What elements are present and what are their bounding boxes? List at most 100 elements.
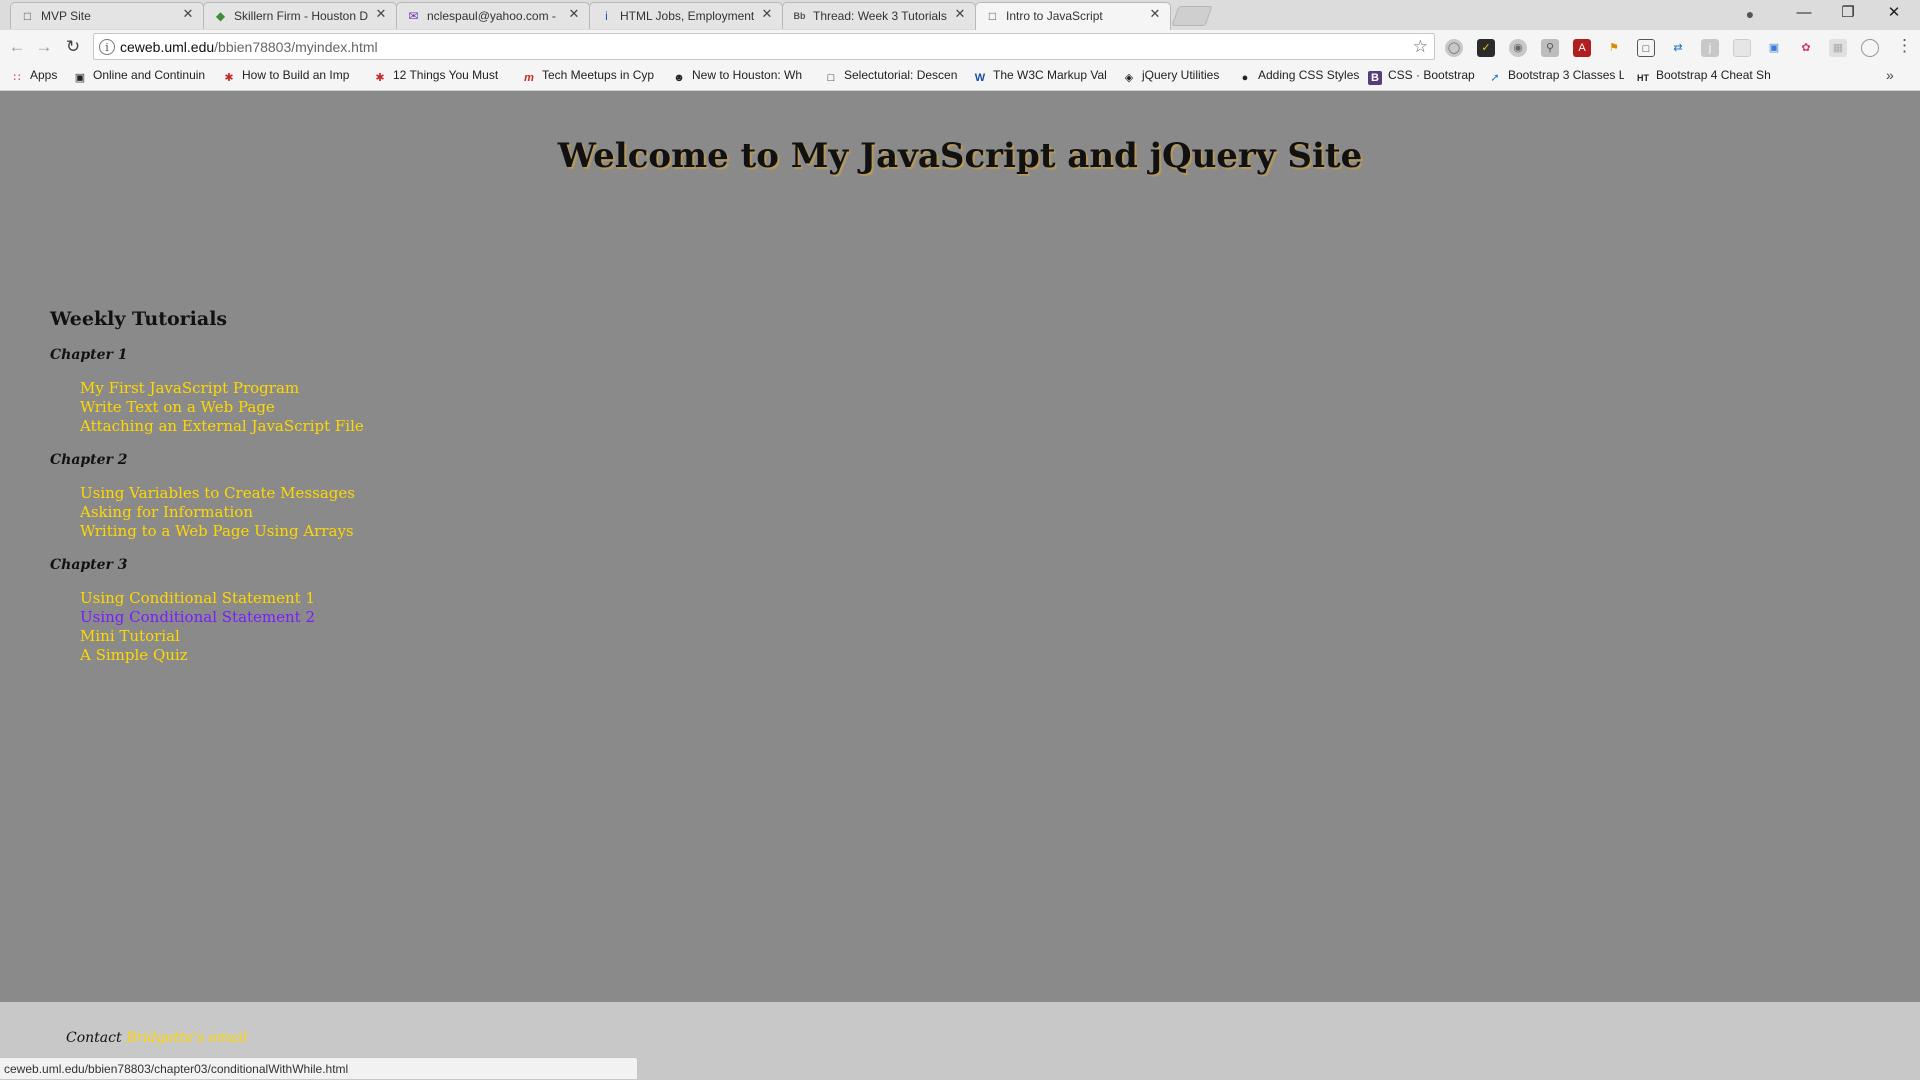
bookmark-label: Tech Meetups in Cyp xyxy=(542,68,655,82)
extension-icon[interactable]: ✓ xyxy=(1477,39,1495,57)
tab-title: nclespaul@yahoo.com - xyxy=(427,9,556,23)
tab-title: Intro to JavaScript xyxy=(1006,9,1103,23)
bookmark-item[interactable]: B CSS · Bootstrap xyxy=(1368,68,1478,86)
bb-icon: Bb xyxy=(793,11,806,21)
close-icon[interactable]: ✕ xyxy=(567,7,581,21)
extension-icon[interactable]: ⚑ xyxy=(1605,39,1623,57)
tab-title: Skillern Firm - Houston D xyxy=(234,9,368,23)
bookmark-item[interactable]: ● Adding CSS Styles xyxy=(1238,68,1360,86)
bookmark-label: How to Build an Imp xyxy=(242,68,350,82)
page-icon: □ xyxy=(23,9,32,23)
close-icon[interactable]: ✕ xyxy=(953,7,967,21)
bookmark-label: Bootstrap 4 Cheat Sh xyxy=(1656,68,1771,82)
bookmark-label: jQuery Utilities xyxy=(1142,68,1220,82)
bookmark-item[interactable]: ➚ Bootstrap 3 Classes L xyxy=(1488,68,1624,86)
tutorial-link[interactable]: Using Variables to Create Messages xyxy=(80,484,355,503)
bootstrap-icon: B xyxy=(1368,71,1382,85)
close-icon[interactable]: ✕ xyxy=(374,7,388,21)
section-title: Weekly Tutorials xyxy=(50,308,228,330)
profile-icon[interactable]: ● xyxy=(1740,4,1760,24)
extension-icon[interactable]: ◯ xyxy=(1445,39,1463,57)
page-title: Welcome to My JavaScript and jQuery Site xyxy=(557,136,1363,176)
tab-intro-to-javascript[interactable]: □ Intro to JavaScript ✕ xyxy=(975,2,1171,30)
info-icon[interactable]: i xyxy=(99,39,115,55)
tutorial-link[interactable]: Using Conditional Statement 1 xyxy=(80,589,315,608)
chevron-right-icon[interactable]: » xyxy=(1886,67,1894,83)
bookmark-item[interactable]: HT Bootstrap 4 Cheat Sh xyxy=(1636,68,1776,86)
apps-grid-icon: ∷ xyxy=(13,72,21,84)
tab-title: HTML Jobs, Employment xyxy=(620,9,754,23)
back-arrow-icon[interactable]: ← xyxy=(6,36,28,58)
browser-toolbar: ← → ↻ i ceweb.uml.edu/bbien78803/myindex… xyxy=(0,30,1920,63)
tutorial-link[interactable]: A Simple Quiz xyxy=(80,646,188,665)
tutorial-link[interactable]: Asking for Information xyxy=(80,503,253,522)
contact-label: Contact xyxy=(66,1030,122,1046)
tab-thread-week3[interactable]: Bb Thread: Week 3 Tutorials ✕ xyxy=(782,2,976,29)
bookmark-label: CSS · Bootstrap xyxy=(1388,68,1475,82)
restore-button[interactable]: ❐ xyxy=(1826,0,1870,28)
reload-icon[interactable]: ↻ xyxy=(62,36,84,58)
url-text[interactable]: ceweb.uml.edu/bbien78803/myindex.html xyxy=(120,39,378,55)
extension-icon[interactable]: ▦ xyxy=(1829,39,1847,57)
extension-icon[interactable]: ⇄ xyxy=(1669,39,1687,57)
tab-yahoo-mail[interactable]: ✉ nclespaul@yahoo.com - ✕ xyxy=(396,2,590,29)
bookmark-item[interactable]: ◈ jQuery Utilities xyxy=(1122,68,1230,86)
bookmark-item[interactable]: ✱ 12 Things You Must xyxy=(373,68,511,86)
bookmark-label: Selectutorial: Descen xyxy=(844,68,958,82)
bookmark-apps[interactable]: ∷ Apps xyxy=(10,68,65,86)
page-content: Welcome to My JavaScript and jQuery Site… xyxy=(0,91,1920,1002)
bookmark-label: The W3C Markup Val xyxy=(993,68,1107,82)
bookmark-item[interactable]: W The W3C Markup Val xyxy=(973,68,1111,86)
tab-title: Thread: Week 3 Tutorials xyxy=(813,9,947,23)
minimize-button[interactable]: — xyxy=(1782,0,1826,28)
extension-icon[interactable]: ▣ xyxy=(1765,39,1783,57)
chapter-2-title: Chapter 2 xyxy=(50,452,128,468)
extension-icon[interactable] xyxy=(1861,39,1879,57)
tutorial-link[interactable]: Writing to a Web Page Using Arrays xyxy=(80,522,354,541)
tab-mvp-site[interactable]: □ MVP Site ✕ xyxy=(10,2,204,29)
extension-icon[interactable] xyxy=(1733,39,1751,57)
tutorial-link[interactable]: Attaching an External JavaScript File xyxy=(80,417,364,436)
bookmark-icon: ✱ xyxy=(375,72,385,84)
tab-skillern-firm[interactable]: ◆ Skillern Firm - Houston D ✕ xyxy=(203,2,397,29)
menu-icon[interactable]: ⋮ xyxy=(1896,36,1913,56)
close-icon[interactable]: ✕ xyxy=(760,7,774,21)
close-window-button[interactable]: ✕ xyxy=(1872,0,1916,28)
email-link[interactable]: Bridgette's email xyxy=(126,1030,248,1046)
bookmark-item[interactable]: ☻ New to Houston: Wh xyxy=(672,68,810,86)
tutorial-link[interactable]: Mini Tutorial xyxy=(80,627,180,646)
color-picker-icon[interactable]: ✿ xyxy=(1797,39,1815,57)
bookmark-item[interactable]: m Tech Meetups in Cyp xyxy=(522,68,660,86)
bookmark-item[interactable]: ▣ Online and Continuin xyxy=(73,68,211,86)
bookmark-icon: ➚ xyxy=(1490,72,1500,84)
apple-icon: ● xyxy=(1241,72,1249,84)
bookmark-item[interactable]: ✱ How to Build an Imp xyxy=(222,68,360,86)
tab-title: MVP Site xyxy=(41,9,91,23)
extension-icon[interactable]: ⚲ xyxy=(1541,39,1559,57)
tutorial-link[interactable]: Write Text on a Web Page xyxy=(80,398,275,417)
tab-html-jobs[interactable]: i HTML Jobs, Employment ✕ xyxy=(589,2,783,29)
pdf-icon[interactable]: A xyxy=(1573,39,1591,57)
bookmark-label: Adding CSS Styles xyxy=(1258,68,1360,82)
extension-icon[interactable]: j xyxy=(1701,39,1719,57)
status-bar: ceweb.uml.edu/bbien78803/chapter03/condi… xyxy=(0,1057,638,1079)
screenshot-icon[interactable]: □ xyxy=(1637,39,1655,57)
w3c-icon: W xyxy=(974,72,986,84)
tutorial-link[interactable]: My First JavaScript Program xyxy=(80,379,299,398)
bookmark-label: Bootstrap 3 Classes L xyxy=(1508,68,1624,82)
forward-arrow-icon[interactable]: → xyxy=(33,36,55,58)
close-icon[interactable]: ✕ xyxy=(1148,7,1162,21)
new-tab-button[interactable] xyxy=(1171,6,1213,26)
address-bar[interactable]: i ceweb.uml.edu/bbien78803/myindex.html … xyxy=(93,33,1435,60)
bookmark-icon: HT xyxy=(1637,73,1649,83)
bookmark-item[interactable]: □ Selectutorial: Descen xyxy=(824,68,962,86)
bookmark-label: New to Houston: Wh xyxy=(692,68,803,82)
chapter-1-title: Chapter 1 xyxy=(50,347,128,363)
extension-icon[interactable]: ◉ xyxy=(1509,39,1527,57)
mail-icon: ✉ xyxy=(408,9,419,23)
tutorial-link-visited[interactable]: Using Conditional Statement 2 xyxy=(80,608,315,627)
page-icon: □ xyxy=(988,9,997,23)
bookmark-star-icon[interactable]: ☆ xyxy=(1413,37,1428,57)
bookmark-icon: ▣ xyxy=(74,72,86,84)
close-icon[interactable]: ✕ xyxy=(181,7,195,21)
